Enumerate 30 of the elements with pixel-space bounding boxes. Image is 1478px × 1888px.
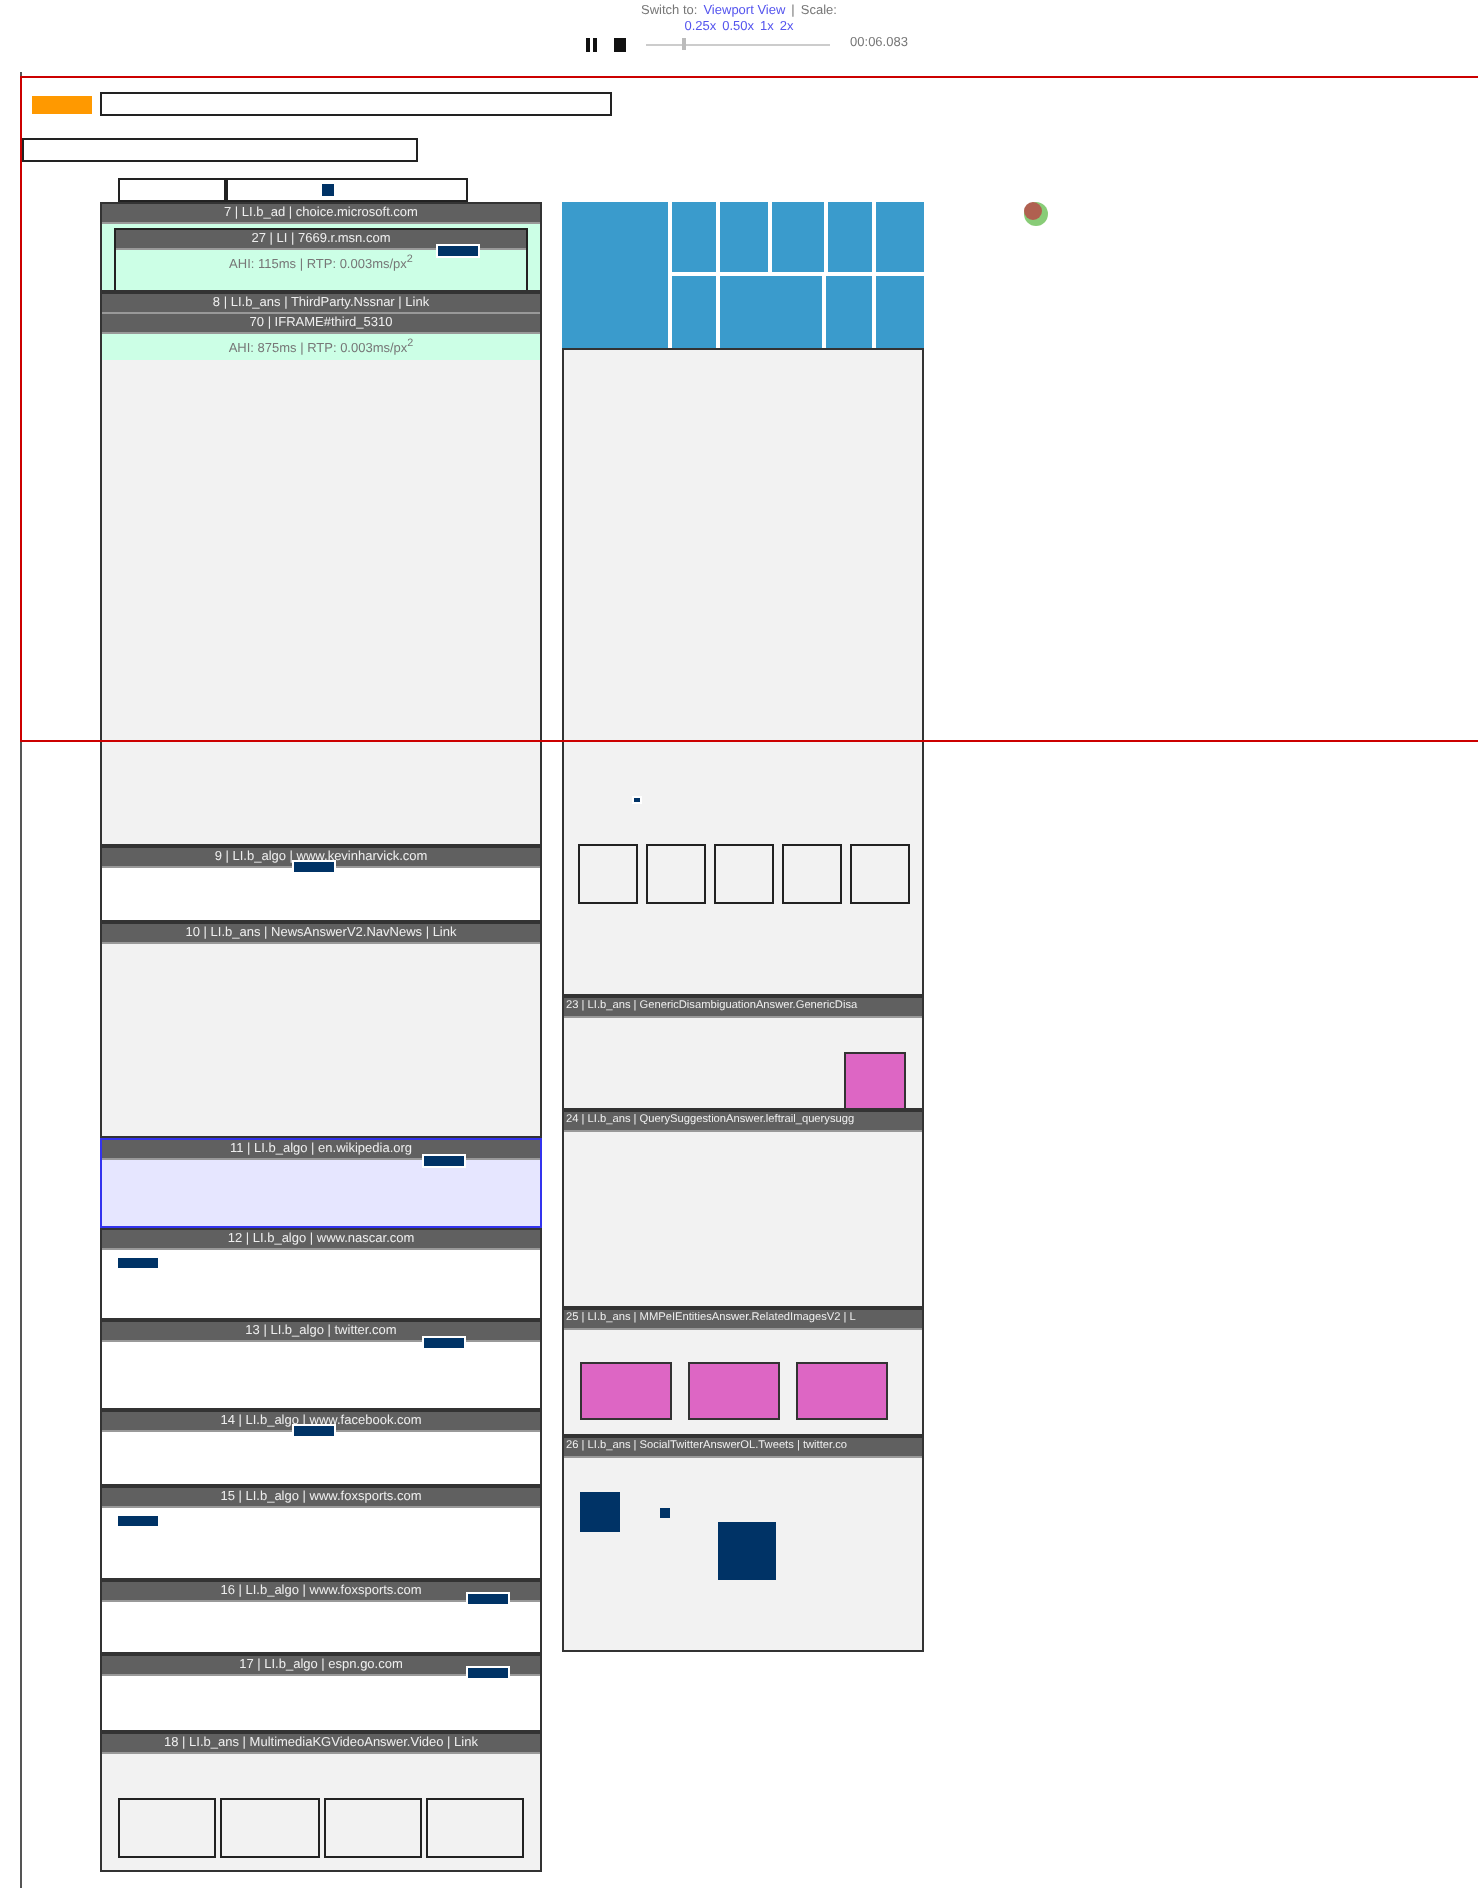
frame-outline [782,844,842,904]
frame-outline [118,1798,217,1858]
frame-outline [323,1798,422,1858]
image-placeholder [844,1052,906,1108]
marker-icon [292,1424,336,1438]
marker-icon [436,244,480,258]
image-placeholder [688,1362,780,1420]
marker-icon [116,1514,160,1528]
marker-icon [322,184,334,196]
marker-icon [292,860,336,874]
marker-icon [466,1666,510,1680]
image-placeholder [580,1362,672,1420]
stop-icon[interactable] [614,37,627,51]
marker-icon [466,1592,510,1606]
square-icon [718,1522,776,1580]
square-icon [580,1492,620,1532]
marker-icon [632,796,642,804]
status-dot-icon [1022,200,1048,226]
frame-outline [646,844,706,904]
frame-outline [850,844,910,904]
frame-outline [578,844,638,904]
marker-icon [422,1154,466,1168]
marker-icon [422,1336,466,1350]
marker-icon [116,1256,160,1270]
square-icon [660,1508,670,1518]
frame-outline [425,1798,524,1858]
frame-outline [714,844,774,904]
highlight-bar [32,95,92,113]
frame-outline [220,1798,319,1858]
image-placeholder [796,1362,888,1420]
